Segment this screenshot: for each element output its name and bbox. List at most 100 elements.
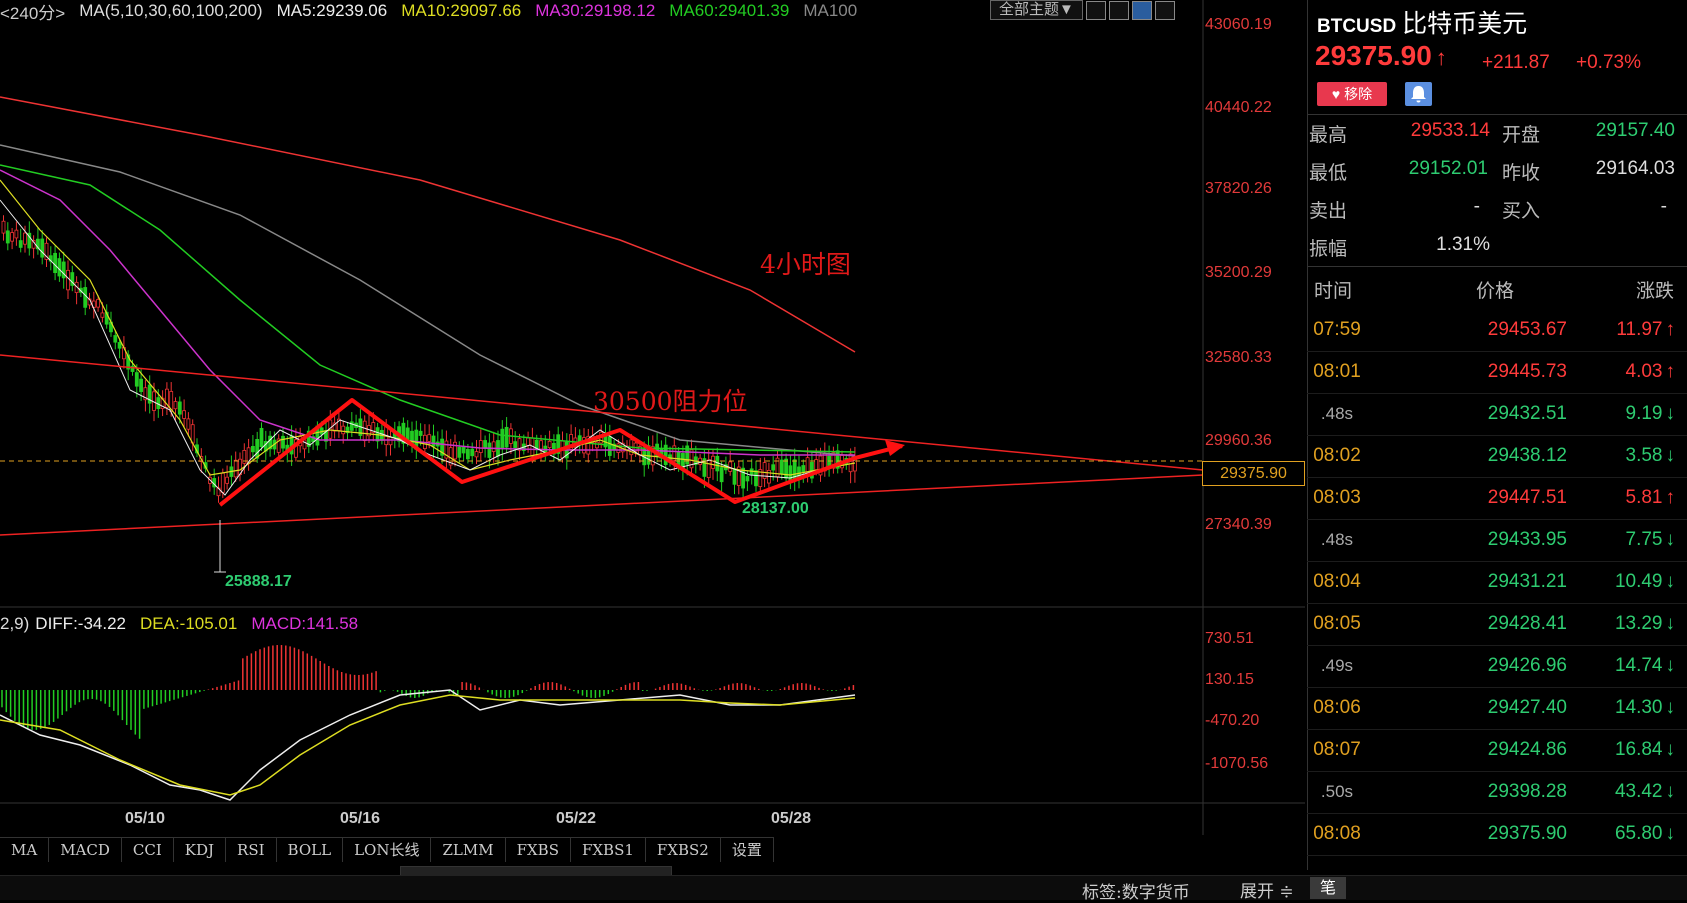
macd-dea-line xyxy=(0,694,856,796)
indicator-tab[interactable]: MA xyxy=(0,838,50,862)
price-up-arrow-icon: ↑ xyxy=(1435,45,1447,70)
candle xyxy=(848,453,853,473)
candle xyxy=(139,378,144,393)
last-price: 29375.90 ↑ xyxy=(1315,40,1447,72)
arrow-down-icon: ↓ xyxy=(1665,445,1676,466)
pen-tab[interactable]: 笔 xyxy=(1310,877,1346,899)
amplitude-value: 1.31% xyxy=(1436,234,1490,255)
tick-time: 08:02 xyxy=(1313,445,1361,466)
candle xyxy=(1,220,6,234)
price-change: +211.87 xyxy=(1482,52,1550,73)
tick-time: .48s xyxy=(1320,404,1354,423)
chart-area[interactable]: <240分> MA(5,10,30,60,100,200) MA5:29239.… xyxy=(0,0,1305,899)
arrow-up-icon: ↑ xyxy=(1665,487,1676,508)
tick-change: 7.75 ↓ xyxy=(1575,519,1675,561)
open-label: 开盘 xyxy=(1502,125,1541,146)
tick-row: 07:59 29453.67 11.97 ↑ xyxy=(1307,309,1687,352)
candle xyxy=(233,459,238,478)
candle xyxy=(814,459,819,471)
indicator-tab[interactable]: BOLL xyxy=(277,838,344,862)
candle xyxy=(547,440,552,449)
candle xyxy=(5,230,10,244)
tick-row: .48s 29432.51 9.19 ↓ xyxy=(1307,393,1687,436)
indicator-tab[interactable]: FXBS1 xyxy=(571,838,646,862)
tick-time: 08:01 xyxy=(1313,361,1361,382)
price-change-pct: +0.73% xyxy=(1576,52,1641,73)
low-label-28137: 28137.00 xyxy=(742,500,809,517)
tick-header-change: 涨跌 xyxy=(1636,281,1675,302)
candle xyxy=(539,440,543,450)
indicator-tab[interactable]: RSI xyxy=(226,838,277,862)
arrow-down-icon: ↓ xyxy=(1665,697,1676,718)
arrow-down-icon: ↓ xyxy=(1665,739,1676,760)
candle xyxy=(474,451,479,458)
remove-watchlist-button[interactable]: ♥ 移除 xyxy=(1317,82,1387,106)
tick-price: 29424.86 xyxy=(1487,739,1567,760)
tick-change-value: 13.29 xyxy=(1614,613,1663,634)
tick-change: 4.03 ↑ xyxy=(1575,351,1675,393)
indicator-tab[interactable]: KDJ xyxy=(174,838,227,862)
grid-layout-icon[interactable] xyxy=(1085,0,1106,20)
symbol-header: BTCUSD 比特币美元 xyxy=(1317,4,1527,40)
tick-change-value: 14.74 xyxy=(1614,655,1663,676)
tick-change: 3.58 ↓ xyxy=(1575,435,1675,477)
indicator-tab[interactable]: ZLMM xyxy=(431,838,506,862)
tick-row: 08:07 29424.86 16.84 ↓ xyxy=(1307,729,1687,772)
alert-bell-button[interactable] xyxy=(1405,82,1432,106)
split-layout-icon[interactable] xyxy=(1108,0,1129,20)
candle xyxy=(53,252,57,274)
tick-price: 29445.73 xyxy=(1487,361,1567,382)
indicator-tab[interactable]: MACD xyxy=(49,838,122,862)
candle xyxy=(732,469,737,485)
candle xyxy=(134,372,139,387)
date-axis-label: 05/16 xyxy=(340,810,381,827)
tick-change-value: 43.42 xyxy=(1614,781,1663,802)
tick-row: 08:01 29445.73 4.03 ↑ xyxy=(1307,351,1687,394)
candle xyxy=(173,401,178,410)
indicator-tabbar: MA MACD CCI KDJ RSI BOLL LON长线 ZLMM FXBS FXBS1 FXB… xyxy=(0,837,774,862)
last-price-value: 29375.90 xyxy=(1315,40,1432,71)
tick-change-value: 65.80 xyxy=(1614,823,1663,844)
arrow-down-icon: ↓ xyxy=(1665,571,1676,592)
candle xyxy=(500,428,505,450)
support-trendline xyxy=(0,474,1204,536)
arrow-down-icon: ↓ xyxy=(1665,529,1676,550)
expand-button[interactable]: 展开 ≑ xyxy=(1240,877,1294,902)
indicator-tab[interactable]: 设置 xyxy=(721,838,774,862)
candle xyxy=(18,240,23,248)
tick-change: 16.84 ↓ xyxy=(1575,729,1675,771)
price-axis-label: 35200.29 xyxy=(1205,264,1272,281)
candle xyxy=(23,232,27,245)
date-axis-label: 05/10 xyxy=(125,810,166,827)
indicator-tab[interactable]: FXBS2 xyxy=(646,838,721,862)
candle xyxy=(483,440,488,449)
indicator-tab[interactable]: LON长线 xyxy=(343,838,432,862)
tick-time: 08:05 xyxy=(1313,613,1361,634)
macd-legend: 2,9) DIFF:-34.22 DEA:-105.01 MACD:141.58 xyxy=(0,614,358,634)
theme-dropdown[interactable]: 全部主题▼ xyxy=(990,0,1083,20)
candle xyxy=(186,418,191,430)
window-layout-icon[interactable] xyxy=(1154,0,1175,20)
tick-row: .50s 29398.28 43.42 ↓ xyxy=(1307,771,1687,814)
tick-row: .49s 29426.96 14.74 ↓ xyxy=(1307,645,1687,688)
macd-value: MACD:141.58 xyxy=(251,614,359,633)
timeframe-annotation: 4小时图 xyxy=(760,250,851,279)
macd-diff: DIFF:-34.22 xyxy=(35,614,126,633)
candle xyxy=(57,258,62,277)
tick-row: 08:04 29431.21 10.49 ↓ xyxy=(1307,561,1687,604)
candle xyxy=(711,455,715,469)
low-value: 29152.01 xyxy=(1408,158,1488,179)
tick-price: 29432.51 xyxy=(1487,403,1567,424)
candlestick-chart[interactable] xyxy=(0,0,1305,870)
candle xyxy=(607,436,612,456)
divider xyxy=(1307,266,1687,267)
chart-layout-icon[interactable] xyxy=(1131,0,1152,20)
arrow-up-icon: ↑ xyxy=(1665,361,1676,382)
candle xyxy=(779,459,784,475)
high-value: 29533.14 xyxy=(1410,120,1490,141)
indicator-tab[interactable]: CCI xyxy=(122,838,174,862)
tick-change-value: 3.58 xyxy=(1625,445,1663,466)
ma5-line xyxy=(0,199,856,496)
indicator-tab[interactable]: FXBS xyxy=(506,838,571,862)
period-label[interactable]: <240分> xyxy=(0,0,65,24)
